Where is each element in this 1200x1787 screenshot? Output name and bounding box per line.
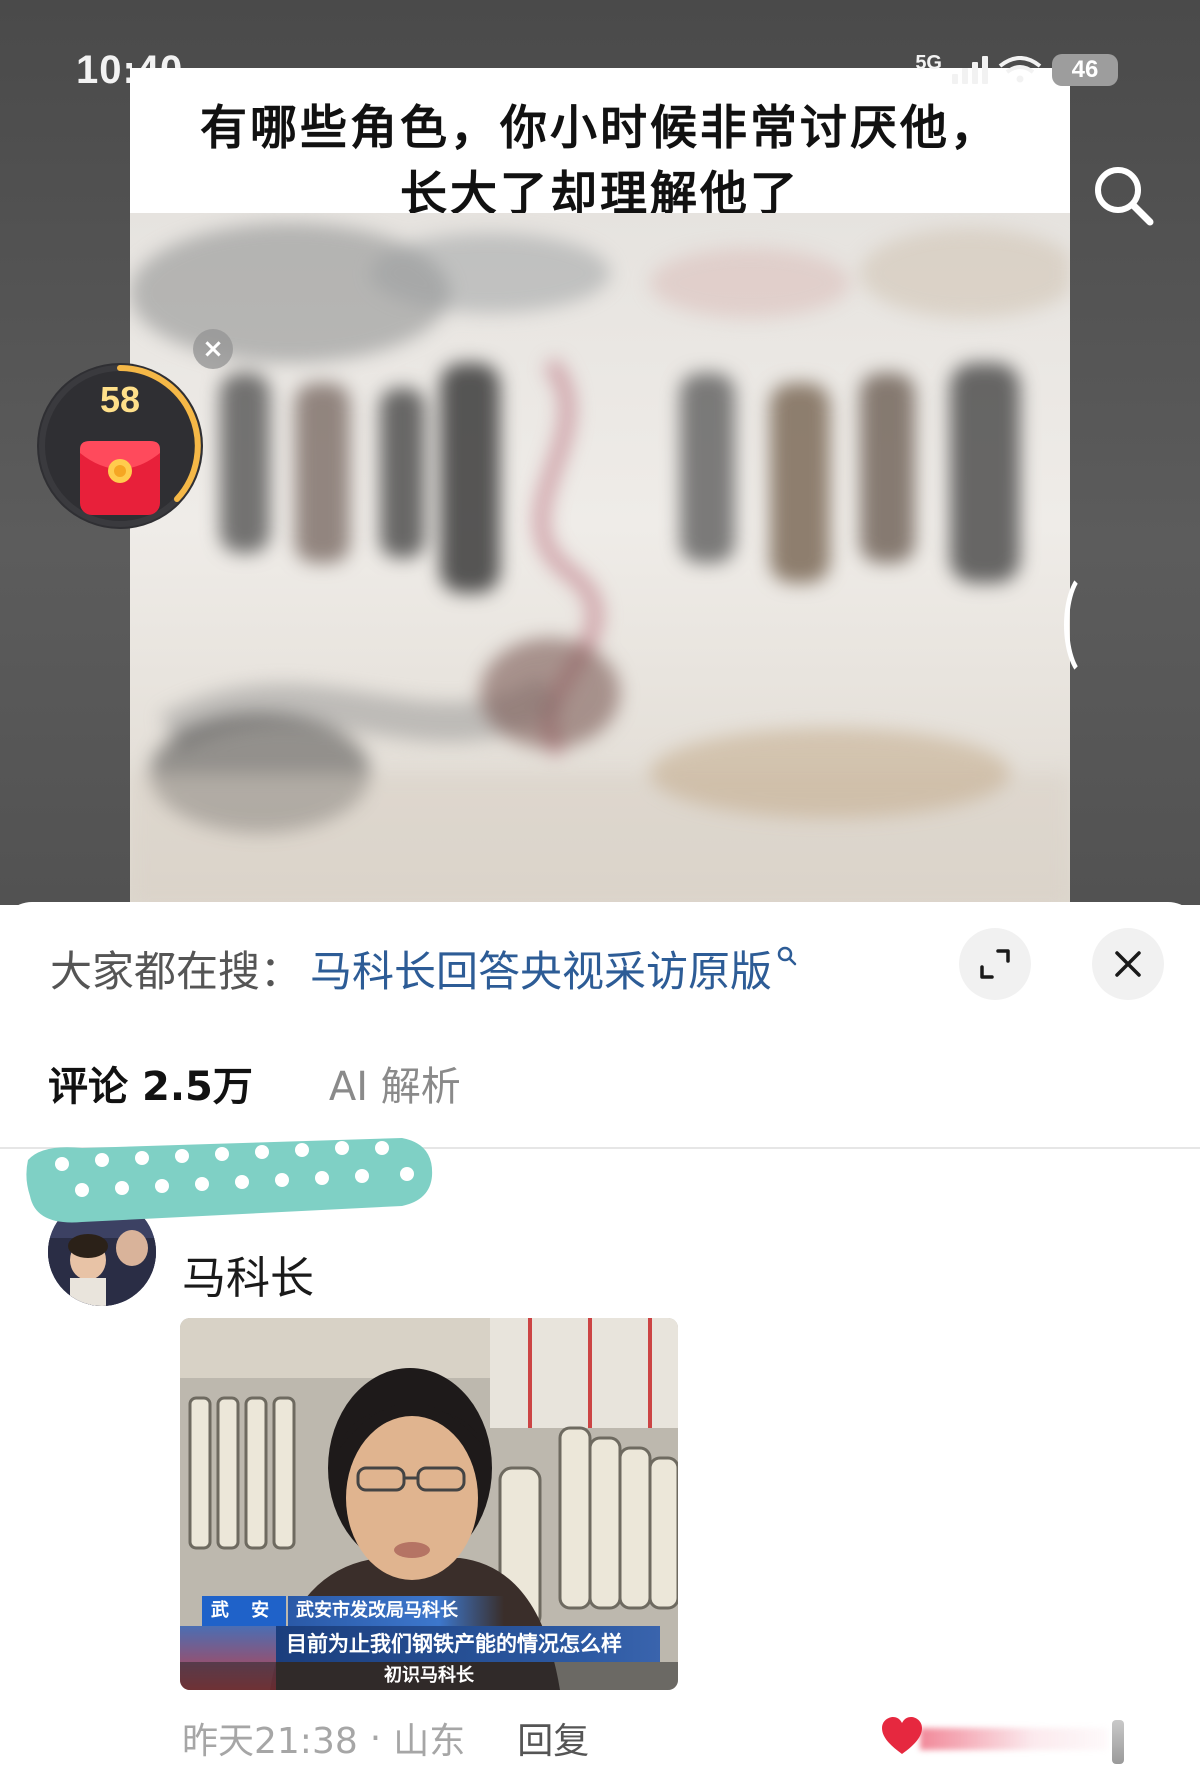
reply-button[interactable]: 回复 — [517, 1712, 589, 1764]
status-indicators: 5G 46 — [915, 48, 1118, 92]
post-card[interactable]: 有哪些角色，你小时候非常讨厌他， 长大了却理解他了 — [130, 68, 1070, 905]
like-button[interactable] — [880, 1710, 1130, 1766]
close-icon — [1115, 951, 1141, 977]
side-scroll-handle — [1064, 570, 1114, 680]
tab-ai-analysis[interactable]: AI 解析 — [329, 1052, 461, 1122]
tab-comments-label: 评论 — [48, 1064, 128, 1110]
tab-comments-count: 2.5万 — [142, 1064, 253, 1110]
reward-widget[interactable]: 58 — [37, 363, 203, 529]
network-label: 5G — [915, 51, 942, 74]
comment-meta: 昨天21:38 · 山东 回复 — [182, 1710, 589, 1766]
heart-icon — [882, 1717, 922, 1754]
hot-search-query[interactable]: 马科长回答央视采访原版 — [310, 938, 772, 999]
comment-time: 昨天21:38 — [182, 1721, 358, 1762]
search-icon[interactable] — [1088, 160, 1160, 232]
hot-search-bar[interactable]: 大家都在搜： 马科长回答央视采访原版 — [50, 938, 798, 998]
news-place-tag: 武 安 — [202, 1596, 286, 1626]
hot-search-prefix: 大家都在搜： — [50, 946, 303, 996]
meta-separator: · — [369, 1717, 382, 1759]
like-count-blur — [920, 1728, 1108, 1750]
post-title-line-1: 有哪些角色，你小时候非常讨厌他， — [200, 101, 1000, 156]
signal-icon — [952, 56, 988, 84]
expand-icon — [980, 949, 1010, 979]
like-scroll-indicator — [1112, 1720, 1124, 1764]
news-caption: 初识马科长 — [180, 1662, 678, 1690]
illustration-figures — [130, 223, 1070, 905]
close-button[interactable] — [1092, 928, 1164, 1000]
expand-button[interactable] — [959, 928, 1031, 1000]
news-lower-third: 武 安 武安市发改局马科长 目前为止我们钢铁产能的情况怎么样 初识马科长 — [180, 1588, 678, 1690]
tab-comments[interactable]: 评论 2.5万 — [46, 1052, 253, 1162]
comment-username[interactable]: 马科长 — [182, 1242, 314, 1306]
video-background: 10:40 有哪些角色，你小时候非常讨厌他， 长大了却理解他了 — [0, 0, 1200, 905]
reward-count: 58 — [99, 379, 141, 420]
news-quote: 目前为止我们钢铁产能的情况怎么样 — [276, 1626, 660, 1662]
wifi-icon — [998, 56, 1042, 83]
post-title: 有哪些角色，你小时候非常讨厌他， 长大了却理解他了 — [130, 96, 1070, 228]
comment-sheet: 大家都在搜： 马科长回答央视采访原版 评论 2.5万 AI 解析 马科长 武 安… — [0, 902, 1200, 1787]
news-speaker-name: 武安市发改局马科长 — [288, 1596, 504, 1626]
post-illustration — [130, 213, 1070, 905]
comment-location: 山东 — [393, 1721, 466, 1762]
decorative-tape-sticker — [26, 1138, 433, 1223]
battery-icon: 46 — [1052, 54, 1118, 86]
search-icon — [777, 946, 797, 966]
comment-tabs: 评论 2.5万 AI 解析 — [46, 1052, 461, 1162]
red-envelope-icon — [80, 441, 160, 515]
comment-image[interactable]: 武 安 武安市发改局马科长 目前为止我们钢铁产能的情况怎么样 初识马科长 — [180, 1318, 678, 1690]
